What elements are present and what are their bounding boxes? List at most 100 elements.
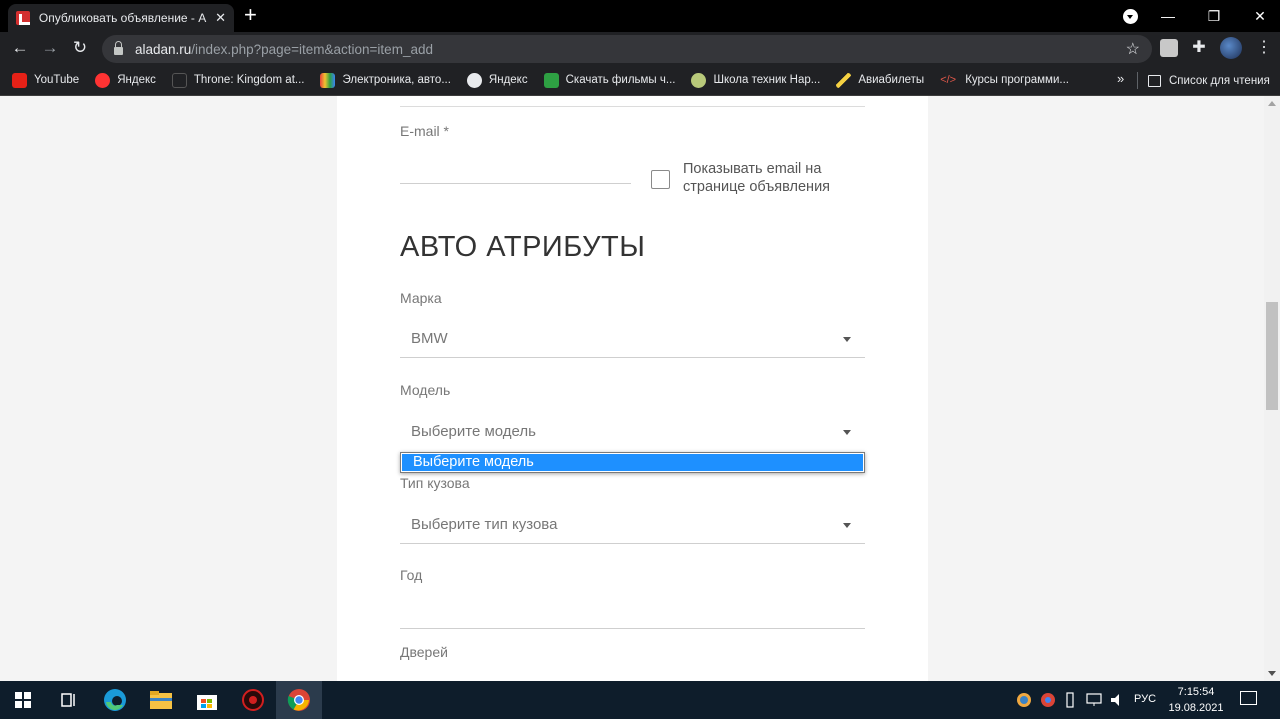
tab-close-icon[interactable]: ✕ bbox=[215, 10, 226, 26]
network-icon[interactable] bbox=[1086, 693, 1102, 707]
show-email-label: Показывать email на странице объявления bbox=[683, 161, 831, 195]
chevron-down-icon bbox=[843, 430, 851, 435]
language-indicator[interactable]: РУС bbox=[1134, 693, 1156, 705]
field-underline bbox=[400, 106, 865, 107]
email-field[interactable] bbox=[400, 183, 631, 184]
close-window-icon[interactable]: ✕ bbox=[1237, 8, 1280, 25]
bookmark-item[interactable]: Throne: Kingdom at... bbox=[171, 72, 304, 88]
window-controls: — ❐ ✕ bbox=[1145, 0, 1280, 32]
chrome-tray-icon[interactable] bbox=[1040, 692, 1056, 708]
scroll-thumb[interactable] bbox=[1266, 302, 1278, 410]
start-button[interactable] bbox=[0, 681, 46, 719]
minimize-icon[interactable]: — bbox=[1145, 8, 1191, 24]
shop-icon bbox=[320, 72, 336, 88]
windows-icon bbox=[15, 692, 31, 708]
forward-button[interactable]: → bbox=[40, 38, 60, 58]
model-dropdown-option[interactable]: Выберите модель bbox=[402, 454, 863, 471]
bookmarks-divider bbox=[1137, 72, 1138, 89]
model-dropdown-list: Выберите модель bbox=[400, 452, 865, 473]
scroll-down-icon[interactable] bbox=[1268, 671, 1276, 676]
tab-strip: Опубликовать объявление - Ala ✕ + — ❐ ✕ bbox=[0, 0, 1280, 32]
extension-icon[interactable] bbox=[1160, 39, 1178, 57]
taskbar: РУС 7:15:54 19.08.2021 bbox=[0, 681, 1280, 719]
email-label: E-mail * bbox=[400, 123, 450, 139]
lock-icon bbox=[114, 41, 123, 55]
show-email-checkbox[interactable] bbox=[651, 170, 670, 189]
url-host: aladan.ru bbox=[135, 41, 192, 57]
restore-icon[interactable]: ❐ bbox=[1191, 8, 1237, 25]
edge-taskbar-button[interactable] bbox=[92, 681, 138, 719]
bookmark-item[interactable]: Электроника, авто... bbox=[320, 72, 451, 88]
yandex-icon bbox=[95, 72, 111, 88]
tab-title: Опубликовать объявление - Ala bbox=[38, 11, 208, 25]
bookmark-star-icon[interactable]: ☆ bbox=[1126, 39, 1140, 59]
new-tab-button[interactable]: + bbox=[244, 4, 257, 26]
model-label: Модель bbox=[400, 382, 451, 398]
globe-icon bbox=[466, 72, 482, 88]
volume-icon[interactable] bbox=[1110, 693, 1126, 707]
store-icon bbox=[197, 695, 217, 710]
tab-active[interactable]: Опубликовать объявление - Ala ✕ bbox=[8, 4, 234, 32]
folder-icon bbox=[150, 691, 172, 709]
clock-time: 7:15:54 bbox=[1177, 686, 1215, 698]
bookmark-item[interactable]: </> Курсы программи... bbox=[940, 73, 1069, 88]
browser-menu-icon[interactable]: ⋮ bbox=[1256, 38, 1272, 58]
app-taskbar-button[interactable] bbox=[230, 681, 276, 719]
notifications-icon[interactable] bbox=[1240, 691, 1257, 705]
brand-value: BMW bbox=[411, 330, 448, 347]
youtube-icon bbox=[12, 72, 27, 88]
edge-icon bbox=[104, 689, 126, 711]
film-icon bbox=[543, 72, 559, 88]
store-taskbar-button[interactable] bbox=[184, 681, 230, 719]
back-button[interactable]: ← bbox=[10, 38, 30, 58]
bookmark-item[interactable]: Яндекс bbox=[95, 72, 156, 88]
bookmark-item[interactable]: Авиабилеты bbox=[836, 72, 924, 88]
explorer-taskbar-button[interactable] bbox=[138, 681, 184, 719]
reading-list-button[interactable]: Список для чтения bbox=[1148, 65, 1270, 96]
url-path: /index.php?page=item&action=item_add bbox=[191, 41, 433, 57]
page-icon bbox=[171, 72, 187, 88]
browser-toolbar: ← → ↻ aladan.ru/index.php?page=item&acti… bbox=[0, 32, 1280, 65]
body-type-select[interactable]: Выберите тип кузова bbox=[400, 504, 865, 544]
address-bar[interactable]: aladan.ru/index.php?page=item&action=ite… bbox=[102, 35, 1152, 63]
plane-icon bbox=[836, 72, 852, 88]
chevron-down-icon bbox=[843, 337, 851, 342]
page-scrollbar[interactable] bbox=[1264, 96, 1280, 681]
bookmark-item[interactable]: Скачать фильмы ч... bbox=[543, 72, 675, 88]
form-card: E-mail * Показывать email на странице об… bbox=[337, 96, 928, 681]
chrome-icon bbox=[287, 689, 310, 711]
body-type-value: Выберите тип кузова bbox=[411, 516, 558, 533]
brand-select[interactable]: BMW bbox=[400, 318, 865, 358]
profile-avatar-icon[interactable] bbox=[1220, 37, 1242, 59]
site-favicon-icon bbox=[16, 11, 30, 25]
bookmark-item[interactable]: Яндекс bbox=[466, 72, 528, 88]
clock-date: 19.08.2021 bbox=[1168, 702, 1224, 714]
reload-button[interactable]: ↻ bbox=[70, 38, 90, 58]
usb-icon[interactable] bbox=[1064, 692, 1076, 708]
doors-label: Дверей bbox=[400, 644, 448, 660]
bookmarks-bar: YouTube Яндекс Throne: Kingdom at... Эле… bbox=[0, 65, 1280, 96]
body-type-label: Тип кузова bbox=[400, 475, 470, 491]
scroll-up-icon[interactable] bbox=[1268, 101, 1276, 106]
tray-app-icon[interactable] bbox=[1016, 692, 1032, 708]
bookmark-item[interactable]: YouTube bbox=[12, 72, 79, 88]
section-title: АВТО АТРИБУТЫ bbox=[400, 231, 646, 263]
year-label: Год bbox=[400, 567, 423, 583]
bookmarks-more-icon[interactable]: » bbox=[1117, 71, 1124, 86]
puzzle-extensions-icon[interactable]: ✚ bbox=[1190, 39, 1208, 57]
chevron-down-icon bbox=[843, 523, 851, 528]
school-icon bbox=[691, 72, 707, 88]
system-tray bbox=[1016, 681, 1126, 719]
model-select[interactable]: Выберите модель bbox=[400, 411, 865, 451]
clock[interactable]: 7:15:54 19.08.2021 bbox=[1160, 684, 1232, 716]
red-app-icon bbox=[242, 689, 264, 711]
reading-list-icon bbox=[1148, 74, 1161, 87]
task-view-icon bbox=[61, 693, 75, 707]
year-field[interactable] bbox=[400, 628, 865, 629]
chrome-taskbar-button[interactable] bbox=[276, 681, 322, 719]
brand-label: Марка bbox=[400, 290, 442, 306]
page-viewport: E-mail * Показывать email на странице об… bbox=[0, 96, 1264, 681]
tab-search-icon[interactable] bbox=[1123, 9, 1138, 24]
task-view-button[interactable] bbox=[46, 681, 92, 719]
bookmark-item[interactable]: Школа техник Нар... bbox=[691, 72, 820, 88]
